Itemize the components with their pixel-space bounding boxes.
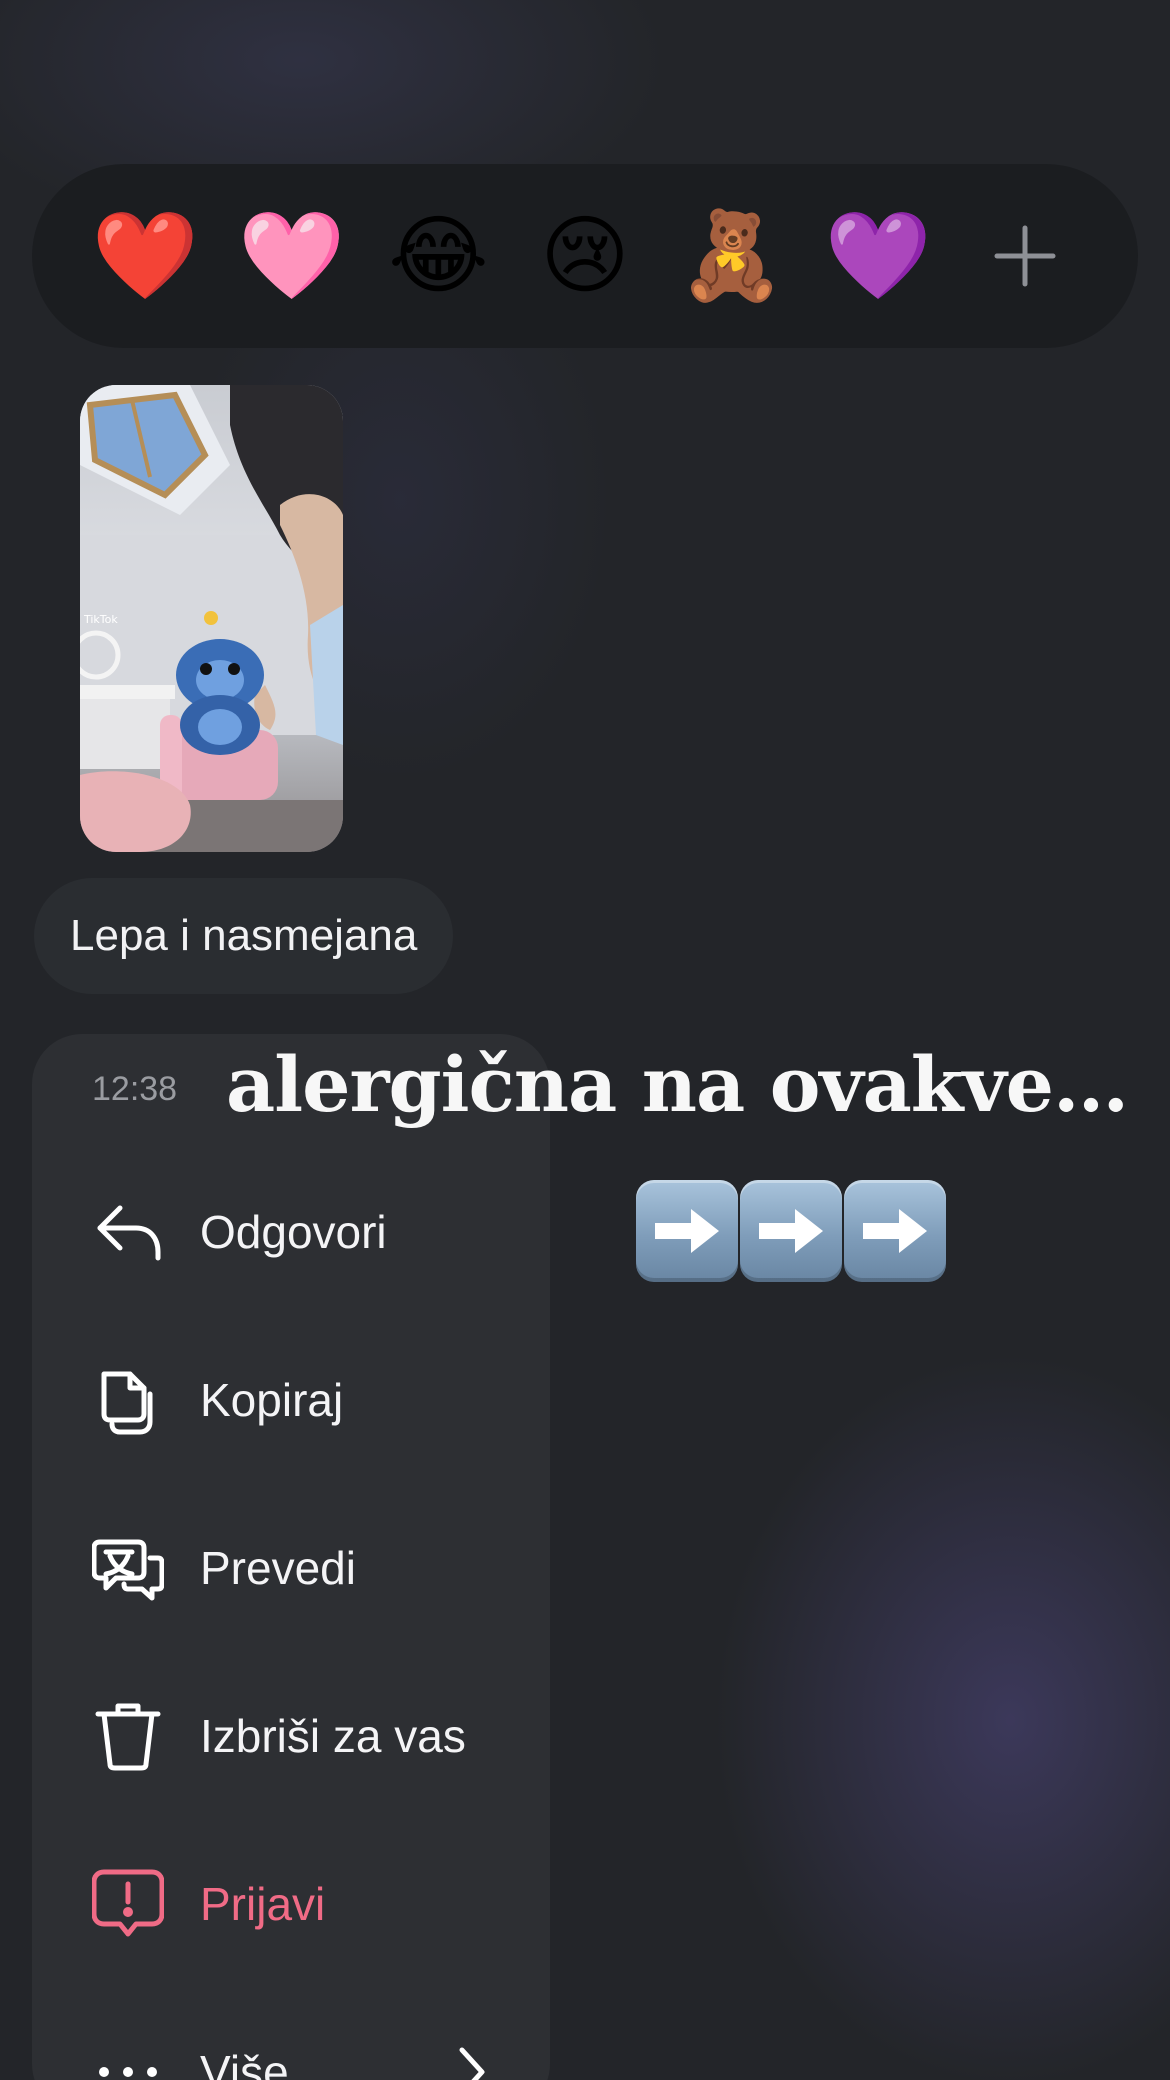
menu-label-copy: Kopiraj <box>200 1374 344 1426</box>
reaction-bar: ❤️ 🩷 😂 😢 🧸 💜 <box>32 164 1138 348</box>
arrow-right-icon <box>844 1180 946 1282</box>
arrow-emojis <box>636 1180 946 1282</box>
menu-label-delete-for-you: Izbriši za vas <box>200 1710 466 1762</box>
message-timestamp: 12:38 <box>92 1070 178 1108</box>
reaction-red-heart[interactable]: ❤️ <box>90 201 200 311</box>
copy-icon <box>90 1362 166 1438</box>
tiktok-watermark: TikTok <box>83 613 118 626</box>
chat-screen: ❤️ 🩷 😂 😢 🧸 💜 TikTok Lepa i nasmejana 12:… <box>0 0 1170 2080</box>
plus-icon[interactable] <box>970 201 1080 311</box>
shared-video-thumbnail[interactable]: TikTok <box>80 385 343 852</box>
menu-item-translate[interactable]: Prevedi <box>32 1508 550 1628</box>
menu-item-delete-for-you[interactable]: Izbriši za vas <box>32 1676 550 1796</box>
arrow-right-icon <box>740 1180 842 1282</box>
menu-label-more: Više <box>200 2046 289 2080</box>
menu-item-report[interactable]: Prijavi <box>32 1844 550 1964</box>
report-icon <box>90 1866 166 1942</box>
reply-icon <box>90 1194 166 1270</box>
menu-item-more[interactable]: Više <box>32 2012 550 2080</box>
trash-icon <box>90 1698 166 1774</box>
reaction-tears-of-joy[interactable]: 😂 <box>383 201 493 311</box>
reaction-pink-heart[interactable]: 🩷 <box>237 201 347 311</box>
menu-label-reply: Odgovori <box>200 1206 387 1258</box>
reaction-crying-face[interactable]: 😢 <box>530 201 640 311</box>
chevron-right-icon <box>452 2044 492 2080</box>
menu-item-reply[interactable]: Odgovori <box>32 1172 550 1292</box>
message-context-menu: 12:38 Odgovori Kopiraj Prevedi Izbriši z… <box>32 1034 550 2080</box>
translate-icon <box>90 1530 166 1606</box>
reaction-teddy-bear[interactable]: 🧸 <box>677 201 787 311</box>
menu-item-copy[interactable]: Kopiraj <box>32 1340 550 1460</box>
menu-label-report: Prijavi <box>200 1878 326 1930</box>
story-headline: alergična na ovakve… <box>226 1040 1129 1129</box>
arrow-right-icon <box>636 1180 738 1282</box>
message-caption-bubble[interactable]: Lepa i nasmejana <box>34 878 454 994</box>
reaction-purple-heart[interactable]: 💜 <box>823 201 933 311</box>
message-caption: Lepa i nasmejana <box>70 911 418 960</box>
more-icon <box>90 2034 166 2080</box>
menu-label-translate: Prevedi <box>200 1542 356 1594</box>
